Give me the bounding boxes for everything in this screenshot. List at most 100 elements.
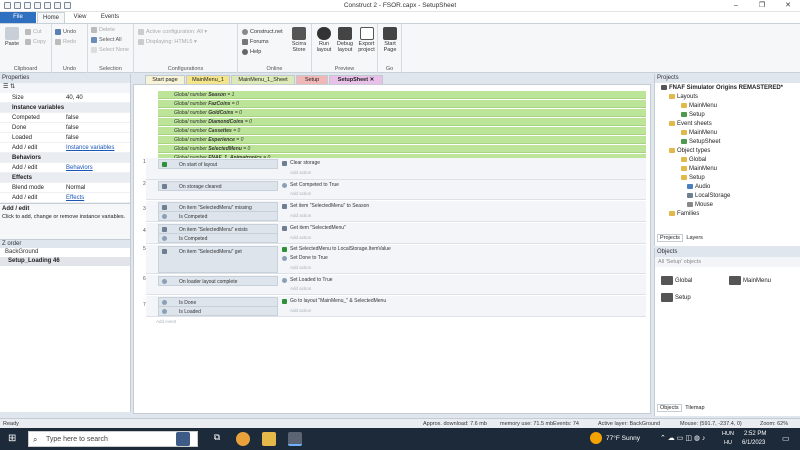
tree-item-object-types[interactable]: Object types: [669, 147, 710, 156]
prop-done[interactable]: Done false: [0, 123, 130, 133]
categorized-icon[interactable]: ☰: [3, 84, 8, 90]
scirra-store-button[interactable]: Scirra Store: [288, 27, 310, 53]
file-explorer-icon[interactable]: [262, 432, 276, 446]
add-action-link[interactable]: Add action: [282, 212, 311, 220]
add-action-link[interactable]: Add action: [282, 285, 311, 293]
size-row[interactable]: Size 40, 40: [0, 93, 130, 103]
construct2-taskbar-icon[interactable]: [288, 432, 302, 446]
event-action[interactable]: Get item "SelectedMenu": [279, 224, 644, 233]
event-row[interactable]: 7 Is Done Is Loaded Go to layout "MainMe…: [143, 296, 646, 317]
chrome-icon[interactable]: [236, 432, 250, 446]
behaviors-category[interactable]: Behaviors: [0, 153, 130, 163]
instance-variables-category[interactable]: Instance variables: [0, 103, 130, 113]
language-region[interactable]: HU: [724, 440, 732, 446]
tree-item-sheet-setupsheet[interactable]: SetupSheet: [681, 138, 720, 147]
tab-mainmenu-sheet[interactable]: MainMenu_1_Sheet: [231, 75, 295, 84]
behaviors-link[interactable]: Behaviors: [66, 163, 93, 173]
search-highlight-icon[interactable]: [176, 432, 190, 446]
language-code[interactable]: HUN: [722, 431, 734, 437]
select-all-button[interactable]: Select All: [91, 36, 122, 44]
objects-filter[interactable]: All 'Setup' objects: [655, 257, 800, 267]
event-action[interactable]: Set item "SelectedMenu" to Season: [279, 202, 644, 211]
event-action[interactable]: Set Done to True: [279, 254, 644, 263]
copy-button[interactable]: Copy: [25, 38, 46, 46]
event-condition[interactable]: Is Loaded: [158, 306, 278, 316]
debug-layout-button[interactable]: Debug layout: [335, 27, 355, 53]
object-folder-setup[interactable]: Setup: [661, 293, 691, 302]
event-condition[interactable]: On storage cleared: [158, 181, 278, 191]
add-action-link[interactable]: Add action: [282, 307, 311, 315]
global-variable-season[interactable]: Global number Season = 1: [158, 91, 646, 99]
paste-button[interactable]: Paste: [3, 27, 21, 47]
tree-item-layout-mainmenu[interactable]: MainMenu: [681, 102, 717, 111]
weather-text[interactable]: 77°F Sunny: [606, 435, 640, 442]
event-condition[interactable]: Is Competed: [158, 211, 278, 221]
forums-link[interactable]: Forums: [242, 38, 269, 46]
tab-start-page[interactable]: Start page: [145, 75, 185, 84]
tab-view[interactable]: View: [67, 12, 93, 23]
effects-category[interactable]: Effects: [0, 173, 130, 183]
run-layout-button[interactable]: Run layout: [314, 27, 334, 53]
tab-objects[interactable]: Objects: [657, 404, 682, 412]
tab-mainmenu-layout[interactable]: MainMenu_1: [186, 75, 230, 84]
notifications-icon[interactable]: ▭: [782, 434, 790, 443]
zorder-layer[interactable]: BackGround: [0, 248, 130, 257]
prop-add-edit-behaviors[interactable]: Add / edit Behaviors: [0, 163, 130, 173]
redo-button[interactable]: Redo: [55, 38, 76, 46]
close-button[interactable]: ✕: [776, 0, 800, 12]
tab-home[interactable]: Home: [37, 12, 65, 23]
displaying-select[interactable]: Displaying: HTML5 ▾: [138, 38, 197, 46]
object-folder-global[interactable]: Global: [661, 276, 692, 285]
taskbar-search-box[interactable]: ⌕ Type here to search: [28, 431, 198, 447]
delete-button[interactable]: Delete: [91, 26, 115, 34]
undo-button[interactable]: Undo: [55, 28, 76, 36]
zorder-item[interactable]: Setup_Loading 46: [0, 257, 130, 266]
global-variable-cassettes[interactable]: Global number Cassettes = 0: [158, 127, 646, 135]
global-variable-experience[interactable]: Global number Experience = 0: [158, 136, 646, 144]
prop-competed[interactable]: Competed false: [0, 113, 130, 123]
task-view-icon[interactable]: ⧉: [210, 432, 224, 446]
event-action[interactable]: Clear storage: [279, 159, 644, 168]
prop-add-edit-effects[interactable]: Add / edit Effects: [0, 193, 130, 203]
global-variable-fazcoins[interactable]: Global number FazCoins = 0: [158, 100, 646, 108]
instance-variables-link[interactable]: Instance variables: [66, 143, 114, 153]
tree-item-sheet-mainmenu[interactable]: MainMenu: [681, 129, 717, 138]
weather-sun-icon[interactable]: [590, 432, 602, 444]
tree-item-event-sheets[interactable]: Event sheets: [669, 120, 712, 129]
tab-tilemap[interactable]: Tilemap: [683, 405, 706, 411]
prop-loaded[interactable]: Loaded false: [0, 133, 130, 143]
tray-icons[interactable]: ⌃ ☁ ▭ ◫ ◍ ♪: [660, 434, 705, 442]
select-none-button[interactable]: Select None: [91, 46, 129, 54]
tab-setup-layout[interactable]: Setup: [296, 75, 328, 84]
event-row[interactable]: 5 On item "SelectedMenu" get Set Selecte…: [143, 245, 646, 274]
cut-button[interactable]: Cut: [25, 28, 42, 36]
tab-layers[interactable]: Layers: [684, 235, 705, 241]
export-project-button[interactable]: Export project: [356, 27, 377, 53]
add-event-link[interactable]: Add event: [156, 319, 176, 324]
effects-link[interactable]: Effects: [66, 193, 84, 203]
event-action[interactable]: Set Competed to True: [279, 181, 644, 190]
tree-item-objects-mainmenu[interactable]: MainMenu: [681, 165, 717, 174]
active-configuration-select[interactable]: Active configuration: All ▾: [138, 28, 207, 36]
event-condition[interactable]: On loader layout complete: [158, 276, 278, 286]
tab-file[interactable]: File: [0, 12, 36, 23]
tree-item-objects-setup[interactable]: Setup: [681, 174, 705, 183]
maximize-button[interactable]: ❐: [750, 0, 774, 12]
tree-item-layouts[interactable]: Layouts: [669, 93, 698, 102]
event-action[interactable]: Set Loaded to True: [279, 276, 644, 285]
project-root[interactable]: FNAF Simulator Origins REMASTERED*: [661, 84, 783, 93]
add-action-link[interactable]: Add action: [282, 234, 311, 242]
tree-item-families[interactable]: Families: [669, 210, 699, 219]
tree-item-audio[interactable]: Audio: [687, 183, 710, 192]
tree-item-localstorage[interactable]: LocalStorage: [687, 192, 730, 201]
event-row[interactable]: 6 On loader layout complete Set Loaded t…: [143, 275, 646, 295]
global-variable-diamondcoins[interactable]: Global number DiamondCoins = 0: [158, 118, 646, 126]
prop-blend-mode[interactable]: Blend mode Normal: [0, 183, 130, 193]
clock-time[interactable]: 2:52 PM: [744, 431, 766, 437]
event-row[interactable]: 2 On storage cleared Set Competed to Tru…: [143, 180, 646, 200]
clock-date[interactable]: 6/1/2023: [742, 440, 765, 446]
add-action-link[interactable]: Add action: [282, 169, 311, 177]
construct-net-link[interactable]: Construct.net: [242, 28, 283, 36]
tab-close-icon[interactable]: ✕: [370, 77, 375, 83]
event-row[interactable]: 4 On item "SelectedMenu" exists Is Compe…: [143, 223, 646, 244]
